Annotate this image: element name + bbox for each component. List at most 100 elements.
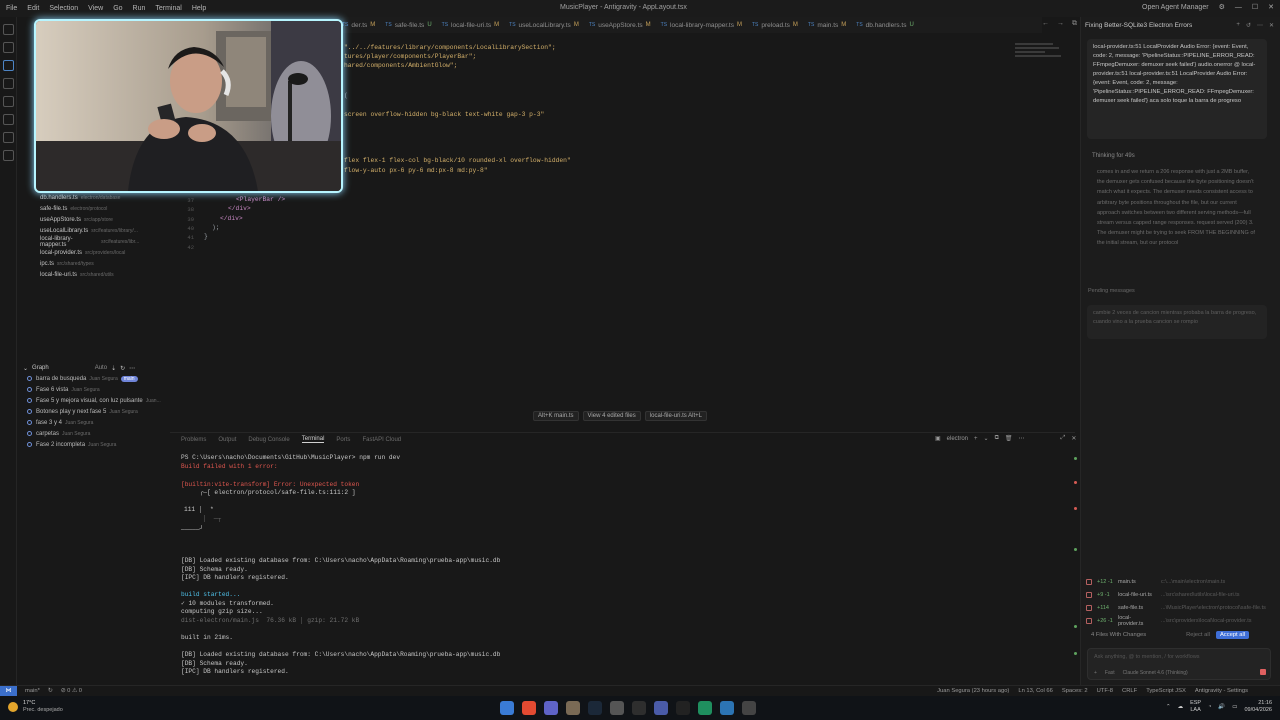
tab-problems[interactable]: Problems xyxy=(181,437,206,443)
remote-icon[interactable] xyxy=(3,114,14,125)
changed-file-item[interactable]: local-file-uri.ts src/shared/utils M xyxy=(40,269,180,280)
thinking-toggle[interactable]: Thinking for 49s xyxy=(1092,153,1135,159)
git-blame[interactable]: Juan Segura (23 hours ago) xyxy=(937,688,1009,694)
commit-item[interactable]: Fase 2 incompleta Juan Segura xyxy=(23,439,183,450)
commit-item[interactable]: Botones play y next fase 5 Juan Segura xyxy=(23,406,183,417)
commit-item[interactable]: barra de busqueda Juan Segura main xyxy=(23,373,183,384)
back-arrow-icon[interactable]: ← xyxy=(1042,20,1049,28)
language-mode[interactable]: TypeScript JSX xyxy=(1146,688,1186,694)
graph-header[interactable]: ⌄ Graph Auto ⇣ ↻ ⋯ xyxy=(23,363,183,373)
editor-tab[interactable]: TS der.ts M xyxy=(342,22,385,29)
branch-indicator[interactable]: main* xyxy=(25,688,40,694)
minimap[interactable] xyxy=(1015,43,1065,63)
clock[interactable]: 21:16 09/04/2026 xyxy=(1244,700,1272,714)
accept-all-button[interactable]: Accept all xyxy=(1215,631,1250,639)
menu-run[interactable]: Run xyxy=(133,5,146,12)
remote-icon[interactable]: ⋈ xyxy=(0,685,17,697)
changed-file-row[interactable]: +26 -1 local-provider.ts ...\src\provide… xyxy=(1086,614,1274,627)
changed-file-item[interactable]: useAppStore.ts src/app/store M xyxy=(40,214,180,225)
brave-icon[interactable] xyxy=(522,701,536,715)
changed-file-item[interactable]: local-library-mapper.ts src/features/lib… xyxy=(40,236,180,248)
commit-item[interactable]: carpetas Juan Segura xyxy=(23,428,183,439)
settings-icon[interactable] xyxy=(742,701,756,715)
split-terminal-icon[interactable]: ⧉ xyxy=(995,435,999,442)
mode-selector[interactable]: Fast xyxy=(1105,670,1115,676)
changed-file-item[interactable]: local-provider.ts src/providers/local M xyxy=(40,247,180,258)
chevron-up-icon[interactable]: ⌃ xyxy=(1166,704,1171,710)
steam-icon[interactable] xyxy=(588,701,602,715)
changed-file-item[interactable]: safe-file.ts electron/protocol U xyxy=(40,203,180,214)
new-chat-icon[interactable]: + xyxy=(1236,22,1240,29)
terminal-output[interactable]: PS C:\Users\nacho\Documents\GitHub\Music… xyxy=(181,454,1061,684)
reject-all-button[interactable]: Reject all xyxy=(1186,632,1210,638)
changed-file-row[interactable]: +114 safe-file.ts ...\MusicPlayer\electr… xyxy=(1086,601,1274,614)
editor-tab[interactable]: TS useAppStore.ts M xyxy=(589,22,661,29)
close-panel-icon[interactable]: ✕ xyxy=(1071,435,1076,442)
database-icon[interactable] xyxy=(3,132,14,143)
editor-tab[interactable]: TS useLocalLibrary.ts M xyxy=(509,22,589,29)
changed-file-item[interactable]: ipc.ts src/shared/types U xyxy=(40,258,180,269)
chat-input-placeholder[interactable]: Ask anything, @ to mention, / for workfl… xyxy=(1094,654,1200,660)
settings-link[interactable]: Antigravity - Settings xyxy=(1195,688,1248,694)
line-endings[interactable]: CRLF xyxy=(1122,688,1137,694)
chat-input-box[interactable]: Ask anything, @ to mention, / for workfl… xyxy=(1087,648,1271,680)
commit-item[interactable]: fase 3 y 4 Juan Segura xyxy=(23,417,183,428)
menu-file[interactable]: File xyxy=(6,5,17,12)
menu-view[interactable]: View xyxy=(88,5,103,12)
trash-icon[interactable]: 🗑 xyxy=(1005,435,1013,442)
maximize-icon[interactable]: ☐ xyxy=(1252,3,1258,11)
github-desktop-icon[interactable] xyxy=(632,701,646,715)
more-icon[interactable]: ⋯ xyxy=(1257,22,1263,29)
weather-widget[interactable]: 17°C Prec. despejado xyxy=(8,700,63,713)
battery-icon[interactable]: ▭ xyxy=(1232,704,1237,710)
minimize-icon[interactable]: — xyxy=(1235,4,1242,11)
commit-item[interactable]: Fase 5 y mejora visual, con luz pulsante… xyxy=(23,395,183,406)
terminal-shell-name[interactable]: electron xyxy=(947,436,968,442)
fetch-icon[interactable]: ⇣ xyxy=(111,365,116,372)
close-icon[interactable]: ✕ xyxy=(1268,3,1274,11)
add-context-icon[interactable]: + xyxy=(1094,670,1097,676)
cloud-icon[interactable]: ☁ xyxy=(1178,704,1184,710)
tab-ports[interactable]: Ports xyxy=(336,437,350,443)
start-icon[interactable] xyxy=(500,701,514,715)
indentation[interactable]: Spaces: 2 xyxy=(1062,688,1088,694)
agent-manager-button[interactable]: Open Agent Manager xyxy=(1142,4,1209,11)
tab-terminal[interactable]: Terminal xyxy=(301,436,325,443)
editor-tab[interactable]: TS db.handlers.ts U xyxy=(856,22,924,29)
maximize-panel-icon[interactable]: ⤢ xyxy=(1061,435,1066,442)
stop-icon[interactable] xyxy=(1260,669,1266,675)
new-terminal-icon[interactable]: + xyxy=(974,436,978,442)
changed-file-item[interactable]: db.handlers.ts electron/database U xyxy=(40,192,180,203)
more-icon[interactable]: ⋯ xyxy=(129,365,135,372)
run-debug-icon[interactable] xyxy=(3,78,14,89)
forward-arrow-icon[interactable]: → xyxy=(1057,20,1064,28)
menu-help[interactable]: Help xyxy=(192,5,206,12)
discord-icon[interactable] xyxy=(544,701,558,715)
source-control-icon[interactable] xyxy=(3,60,14,71)
vscode-icon[interactable] xyxy=(720,701,734,715)
editor-tab[interactable]: TS local-library-mapper.ts M xyxy=(661,22,752,29)
split-editor-icon[interactable]: ⧉ xyxy=(1072,20,1077,28)
more-icon[interactable]: ⋯ xyxy=(1019,435,1025,442)
commit-item[interactable]: Fase 6 vista Juan Segura xyxy=(23,384,183,395)
editor-tab[interactable]: TS local-file-uri.ts M xyxy=(442,22,509,29)
file-explorer-icon[interactable] xyxy=(566,701,580,715)
editor-tab[interactable]: TS main.ts M xyxy=(808,22,856,29)
editor-tab[interactable]: TS preload.ts M xyxy=(752,22,808,29)
next-file-button[interactable]: local-file-uri.ts Alt+L xyxy=(644,411,707,421)
editor-tab[interactable]: TS safe-file.ts U xyxy=(385,22,441,29)
prev-file-button[interactable]: Alt+K main.ts xyxy=(533,411,579,421)
refresh-icon[interactable]: ↻ xyxy=(120,365,125,372)
problems-indicator[interactable]: ⊘ 0 ⚠ 0 xyxy=(61,688,82,694)
search-icon[interactable] xyxy=(3,42,14,53)
explorer-icon[interactable] xyxy=(3,24,14,35)
changed-file-row[interactable]: +12 -1 main.ts c:\...\main\electron\main… xyxy=(1086,575,1274,588)
github-icon[interactable] xyxy=(3,150,14,161)
cursor-position[interactable]: Ln 13, Col 66 xyxy=(1018,688,1052,694)
menu-selection[interactable]: Selection xyxy=(49,5,78,12)
settings-icon[interactable]: ⚙ xyxy=(1219,3,1225,11)
tab-output[interactable]: Output xyxy=(218,437,236,443)
menu-edit[interactable]: Edit xyxy=(27,5,39,12)
graph-auto-toggle[interactable]: Auto xyxy=(95,365,107,371)
terminal-app-icon[interactable] xyxy=(610,701,624,715)
